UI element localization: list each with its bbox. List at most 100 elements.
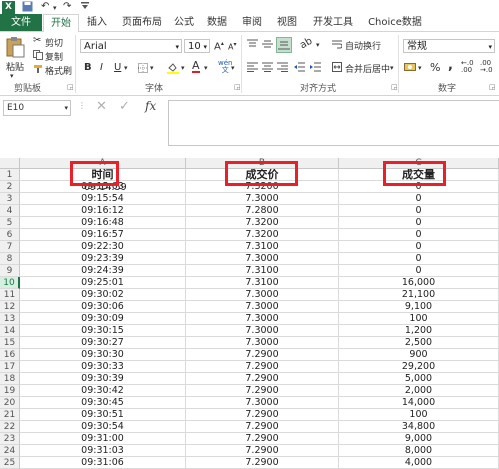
format-painter-icon[interactable] (33, 64, 43, 74)
table-cell[interactable]: 0 (339, 229, 499, 241)
tab-page-layout[interactable]: 页面布局 (118, 14, 166, 31)
row-header[interactable]: 17 (0, 361, 20, 373)
phonetic-dropdown-icon[interactable]: ▾ (231, 64, 235, 72)
formula-input[interactable] (168, 100, 499, 146)
fill-color-dropdown-icon[interactable]: ▾ (181, 64, 185, 72)
tab-file[interactable]: 文件 (0, 14, 42, 31)
table-cell[interactable]: 7.3000 (186, 337, 339, 349)
underline-dropdown-icon[interactable]: ▾ (124, 64, 128, 72)
bold-icon[interactable]: B (84, 62, 92, 73)
row-header[interactable]: 23 (0, 433, 20, 445)
font-color-icon[interactable]: A (192, 60, 200, 73)
table-cell[interactable]: 0 (339, 241, 499, 253)
accounting-dropdown-icon[interactable]: ▾ (418, 64, 422, 72)
table-cell[interactable]: 09:31:06 (20, 457, 186, 469)
table-cell[interactable]: 34,800 (339, 421, 499, 433)
merge-dropdown-icon[interactable]: ▾ (390, 64, 394, 72)
font-launcher-icon[interactable]: ◲ (234, 83, 241, 91)
table-cell[interactable]: 09:30:39 (20, 373, 186, 385)
cut-button[interactable]: 剪切 (45, 36, 63, 49)
wrap-text-icon[interactable] (332, 39, 342, 49)
table-cell[interactable]: 7.3100 (186, 277, 339, 289)
table-cell[interactable]: 09:31:03 (20, 445, 186, 457)
table-cell[interactable]: 7.3200 (186, 217, 339, 229)
row-header[interactable]: 15 (0, 337, 20, 349)
table-cell[interactable]: 7.3100 (186, 265, 339, 277)
table-cell[interactable]: 0 (339, 217, 499, 229)
table-cell[interactable]: 7.2900 (186, 457, 339, 469)
cut-icon[interactable]: ✂ (33, 35, 41, 46)
table-cell[interactable]: 9,000 (339, 433, 499, 445)
italic-icon[interactable]: I (100, 62, 103, 73)
table-cell[interactable]: 9,100 (339, 301, 499, 313)
row-header[interactable]: 4 (0, 205, 20, 217)
tab-data[interactable]: 数据 (204, 14, 230, 31)
percent-style-icon[interactable]: % (430, 61, 440, 74)
wrap-text-button[interactable]: 自动换行 (345, 39, 381, 52)
table-cell[interactable]: 16,000 (339, 277, 499, 289)
comma-style-icon[interactable]: , (448, 58, 453, 73)
table-cell[interactable]: 09:24:39 (20, 265, 186, 277)
table-cell[interactable]: 5,000 (339, 373, 499, 385)
undo-dropdown-icon[interactable]: ▾ (53, 4, 57, 12)
decrease-decimal-icon[interactable]: .00 →.0 (480, 60, 493, 74)
tab-choice-data[interactable]: Choice数据 (364, 14, 426, 31)
row-header[interactable]: 16 (0, 349, 20, 361)
row-header[interactable]: 21 (0, 409, 20, 421)
merge-center-button[interactable]: 合并后居中 (345, 62, 390, 75)
accounting-format-icon[interactable] (404, 61, 416, 72)
font-color-dropdown-icon[interactable]: ▾ (204, 64, 208, 72)
tab-insert[interactable]: 插入 (84, 14, 110, 31)
row-header[interactable]: 12 (0, 301, 20, 313)
row-header[interactable]: 14 (0, 325, 20, 337)
copy-icon[interactable] (33, 50, 43, 60)
cancel-entry-icon[interactable]: ✕ (96, 99, 107, 114)
row-header[interactable]: 6 (0, 229, 20, 241)
table-cell[interactable]: 09:16:57 (20, 229, 186, 241)
table-cell[interactable]: 09:16:48 (20, 217, 186, 229)
table-cell[interactable]: 09:23:39 (20, 253, 186, 265)
table-cell[interactable]: 09:30:30 (20, 349, 186, 361)
table-cell[interactable]: 7.2900 (186, 373, 339, 385)
table-cell[interactable]: 09:30:45 (20, 397, 186, 409)
table-cell[interactable]: 21,100 (339, 289, 499, 301)
table-cell[interactable]: 0 (339, 193, 499, 205)
number-launcher-icon[interactable]: ◲ (489, 83, 496, 91)
table-cell[interactable]: 7.2900 (186, 361, 339, 373)
row-header[interactable]: 9 (0, 265, 20, 277)
increase-decimal-icon[interactable]: ←.0.00 (461, 60, 474, 74)
borders-dropdown-icon[interactable]: ▾ (150, 64, 154, 72)
tab-formulas[interactable]: 公式 (171, 14, 197, 31)
table-cell[interactable]: 29,200 (339, 361, 499, 373)
table-cell[interactable]: 7.3200 (186, 229, 339, 241)
table-cell[interactable]: 7.2900 (186, 445, 339, 457)
table-cell[interactable]: 7.3000 (186, 325, 339, 337)
increase-font-icon[interactable]: A▴ (214, 40, 224, 52)
align-left-icon[interactable] (247, 62, 258, 72)
borders-icon[interactable] (138, 63, 148, 73)
table-cell[interactable]: 7.2900 (186, 385, 339, 397)
clipboard-launcher-icon[interactable]: ◲ (67, 83, 74, 91)
insert-function-icon[interactable]: fx (145, 99, 156, 113)
row-header[interactable]: 22 (0, 421, 20, 433)
row-header[interactable]: 20 (0, 397, 20, 409)
fill-color-icon[interactable] (167, 62, 179, 74)
tab-view[interactable]: 视图 (274, 14, 300, 31)
table-cell[interactable]: 7.3000 (186, 289, 339, 301)
orientation-icon[interactable]: ab (298, 36, 314, 52)
row-header[interactable]: 8 (0, 253, 20, 265)
name-box-dropdown-icon[interactable]: ▾ (64, 101, 68, 115)
table-cell[interactable]: 09:30:06 (20, 301, 186, 313)
decrease-indent-icon[interactable] (294, 62, 305, 72)
row-header[interactable]: 19 (0, 385, 20, 397)
table-cell[interactable]: 09:30:54 (20, 421, 186, 433)
confirm-entry-icon[interactable]: ✓ (119, 99, 130, 114)
tab-developer[interactable]: 开发工具 (309, 14, 357, 31)
table-cell[interactable]: 09:30:09 (20, 313, 186, 325)
redo-icon[interactable]: ↷ (63, 1, 71, 12)
table-cell[interactable]: 2,000 (339, 385, 499, 397)
row-header[interactable]: 13 (0, 313, 20, 325)
row-header[interactable]: 24 (0, 445, 20, 457)
align-middle-icon[interactable] (262, 39, 273, 49)
row-header[interactable]: 25 (0, 457, 20, 469)
